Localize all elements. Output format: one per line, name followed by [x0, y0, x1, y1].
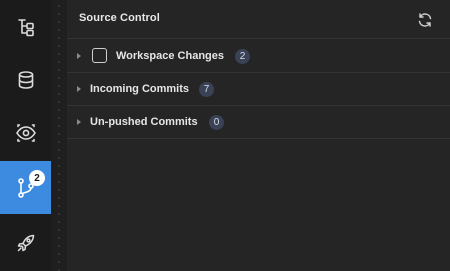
chevron-right-icon[interactable]: [77, 86, 81, 92]
rocket-icon: [17, 234, 34, 251]
source-control-badge: 2: [29, 170, 45, 186]
activity-item-deploy[interactable]: [0, 216, 51, 269]
chevron-right-icon[interactable]: [77, 53, 81, 59]
panel-header: Source Control: [67, 0, 450, 39]
section-label: Incoming Commits: [90, 83, 190, 95]
section-count-badge: 2: [235, 49, 250, 64]
database-icon: [18, 70, 33, 89]
activity-item-database[interactable]: [0, 53, 51, 106]
chevron-right-icon[interactable]: [77, 119, 81, 125]
activity-item-file-tree[interactable]: [0, 0, 51, 53]
gutter: [51, 0, 67, 271]
source-control-panel: Source Control Workspace Changes 2 Incom…: [67, 0, 450, 271]
eye-icon: [15, 123, 36, 142]
section-count-badge: 0: [209, 115, 224, 130]
panel-title: Source Control: [79, 12, 160, 24]
refresh-button[interactable]: [416, 11, 433, 28]
section-label: Un-pushed Commits: [90, 116, 198, 128]
section-incoming-commits[interactable]: Incoming Commits 7: [67, 73, 450, 106]
section-unpushed-commits[interactable]: Un-pushed Commits 0: [67, 106, 450, 139]
activity-item-watch[interactable]: [0, 106, 51, 159]
section-count-badge: 7: [199, 82, 214, 97]
section-workspace-changes[interactable]: Workspace Changes 2: [67, 40, 450, 73]
activity-item-source-control[interactable]: 2: [0, 161, 51, 214]
activity-bar: 2: [0, 0, 51, 271]
select-all-checkbox[interactable]: [92, 48, 107, 63]
file-tree-icon: [17, 18, 34, 36]
refresh-icon: [418, 12, 431, 27]
section-label: Workspace Changes: [116, 50, 225, 62]
